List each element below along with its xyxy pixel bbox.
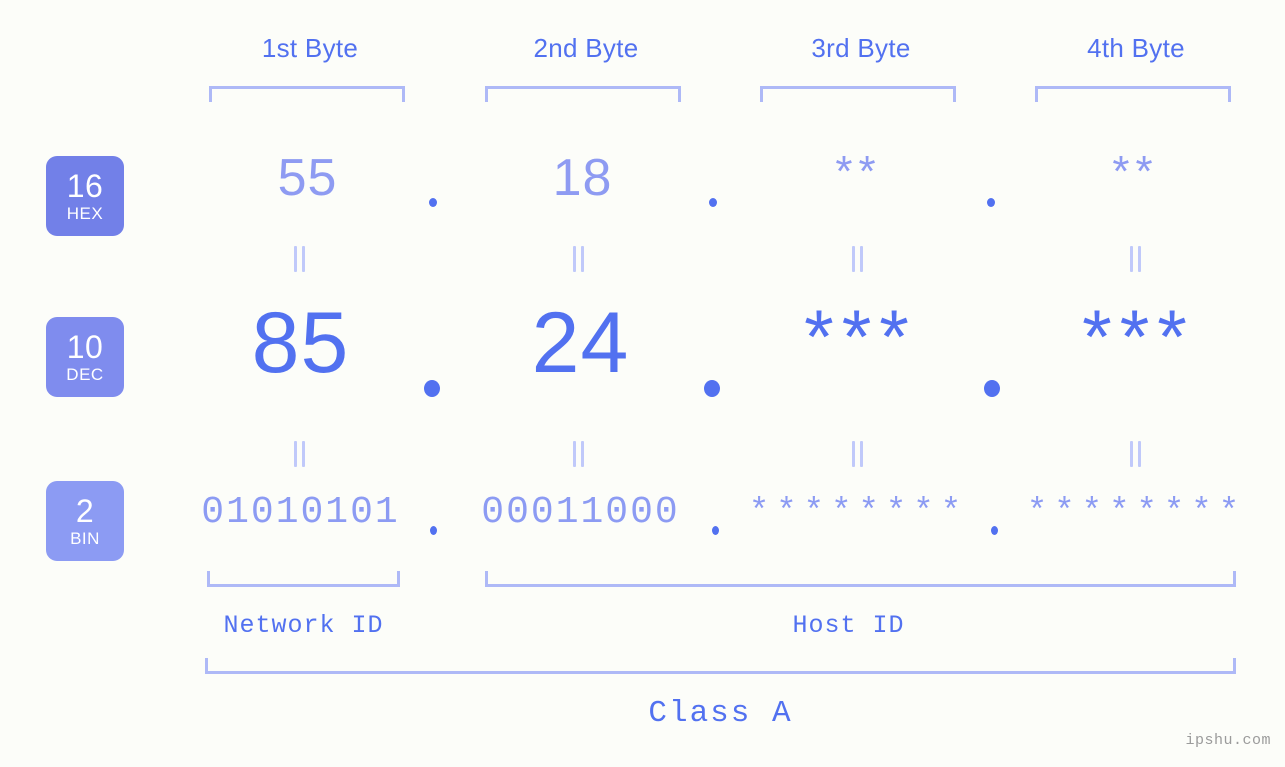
- base-badge-dec: 10 DEC: [46, 317, 124, 397]
- dec-dot-separator-3: [984, 380, 1000, 397]
- host-id-bracket: [485, 571, 1236, 587]
- base-badge-dec-number: 10: [66, 329, 104, 365]
- equals-icon-dec-bin-2: [572, 441, 586, 467]
- equals-icon-dec-bin-3: [851, 441, 865, 467]
- hex-byte-2: 18: [552, 149, 613, 207]
- equals-icon-dec-bin-1: [293, 441, 307, 467]
- equals-icon-hex-dec-4: [1129, 246, 1143, 272]
- ip-address-breakdown-diagram: 1st Byte 2nd Byte 3rd Byte 4th Byte 16 H…: [0, 0, 1285, 767]
- base-badge-hex: 16 HEX: [46, 156, 124, 236]
- byte-header-label-3: 3rd Byte: [811, 33, 911, 63]
- base-badge-hex-number: 16: [66, 168, 104, 204]
- bin-dot-separator-3: [991, 526, 998, 535]
- equals-icon-hex-dec-1: [293, 246, 307, 272]
- hex-byte-3: **: [835, 147, 882, 196]
- byte-bracket-1: [209, 86, 405, 102]
- network-id-label: Network ID: [223, 611, 384, 640]
- site-watermark: ipshu.com: [1185, 732, 1271, 749]
- equals-icon-dec-bin-4: [1129, 441, 1143, 467]
- bin-byte-2: 00011000: [481, 491, 680, 534]
- hex-dot-separator-2: [709, 198, 717, 207]
- dec-dot-separator-2: [704, 380, 720, 397]
- dec-byte-2: 24: [531, 295, 630, 391]
- dec-byte-3: ***: [804, 295, 917, 380]
- network-id-bracket: [207, 571, 400, 587]
- dec-byte-1: 85: [251, 295, 350, 391]
- byte-bracket-2: [485, 86, 681, 102]
- hex-dot-separator-1: [429, 198, 437, 207]
- dec-dot-separator-1: [424, 380, 440, 397]
- byte-bracket-4: [1035, 86, 1231, 102]
- hex-byte-1: 55: [277, 149, 338, 207]
- byte-bracket-3: [760, 86, 956, 102]
- bin-byte-3: ********: [748, 494, 969, 532]
- byte-header-label-2: 2nd Byte: [533, 33, 639, 63]
- bin-byte-1: 01010101: [201, 491, 400, 534]
- hex-dot-separator-3: [987, 198, 995, 207]
- bin-byte-4: ********: [1026, 494, 1247, 532]
- class-bracket: [205, 658, 1236, 674]
- base-badge-bin: 2 BIN: [46, 481, 124, 561]
- base-badge-bin-number: 2: [75, 493, 95, 529]
- base-badge-dec-abbr: DEC: [66, 365, 104, 384]
- base-badge-hex-abbr: HEX: [66, 204, 104, 223]
- bin-dot-separator-2: [712, 526, 719, 535]
- equals-icon-hex-dec-3: [851, 246, 865, 272]
- dec-byte-4: ***: [1082, 295, 1195, 380]
- host-id-label: Host ID: [792, 611, 905, 640]
- hex-byte-4: **: [1112, 147, 1159, 196]
- equals-icon-hex-dec-2: [572, 246, 586, 272]
- byte-header-label-4: 4th Byte: [1087, 33, 1185, 63]
- byte-header-label-1: 1st Byte: [261, 33, 359, 63]
- base-badge-bin-abbr: BIN: [70, 529, 100, 548]
- class-label: Class A: [648, 696, 793, 731]
- bin-dot-separator-1: [430, 526, 437, 535]
